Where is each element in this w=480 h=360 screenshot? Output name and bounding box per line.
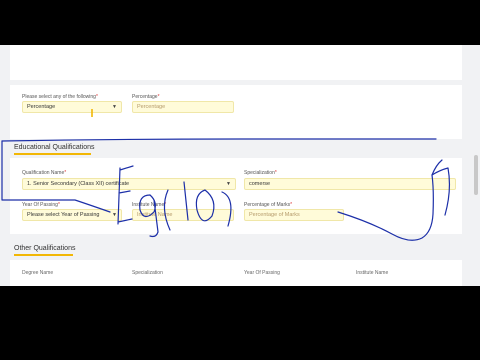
column-header-institute-name: Institute Name: [356, 270, 389, 276]
letterbox-top: [0, 0, 480, 45]
column-header-specialization: Specialization: [132, 270, 163, 276]
other-section-title: Other Qualifications: [14, 245, 76, 252]
qualification-label: Qualification Name*: [22, 170, 67, 176]
year-of-passing-label: Year Of Passing*: [22, 202, 60, 208]
qualification-dropdown[interactable]: 1. Senior Secondary (Class XII) certific…: [22, 178, 236, 190]
screenshot: Please select any of the following* Perc…: [0, 0, 480, 360]
column-header-degree-name: Degree Name: [22, 270, 54, 276]
previous-card: [10, 45, 462, 80]
letterbox-bottom: [0, 286, 480, 360]
select-option-dropdown[interactable]: Percentage ▼: [22, 101, 122, 113]
institute-name-input[interactable]: Institute Name: [132, 209, 234, 221]
educational-card: Qualification Name* 1. Senior Secondary …: [10, 158, 462, 234]
percentage-label: Percentage*: [132, 94, 160, 100]
specialization-input[interactable]: comerse: [244, 178, 456, 190]
select-option-label: Please select any of the following*: [22, 94, 98, 100]
specialization-label: Specialization*: [244, 170, 277, 176]
column-header-year-of-passing: Year Of Passing: [244, 270, 280, 276]
percentage-of-marks-input[interactable]: Percentage of Marks: [244, 209, 344, 221]
institute-name-label: Institute Name*: [132, 202, 167, 208]
percentage-input[interactable]: Percentage: [132, 101, 234, 113]
percentage-of-marks-label: Percentage of Marks*: [244, 202, 293, 208]
caret-down-icon: ▼: [112, 104, 117, 110]
other-title-underline: [14, 254, 73, 256]
caret-down-icon: ▼: [112, 212, 117, 218]
educational-title-underline: [14, 153, 91, 155]
page-scrollbar-thumb[interactable]: [474, 155, 478, 195]
selection-card: Please select any of the following* Perc…: [10, 85, 462, 139]
year-of-passing-dropdown[interactable]: Please select Year of Passing ▼: [22, 209, 122, 221]
other-card: Degree Name Specialization Year Of Passi…: [10, 260, 462, 286]
caret-down-icon: ▼: [226, 181, 231, 187]
form-page: Please select any of the following* Perc…: [0, 45, 480, 286]
educational-section-title: Educational Qualifications: [14, 144, 95, 151]
